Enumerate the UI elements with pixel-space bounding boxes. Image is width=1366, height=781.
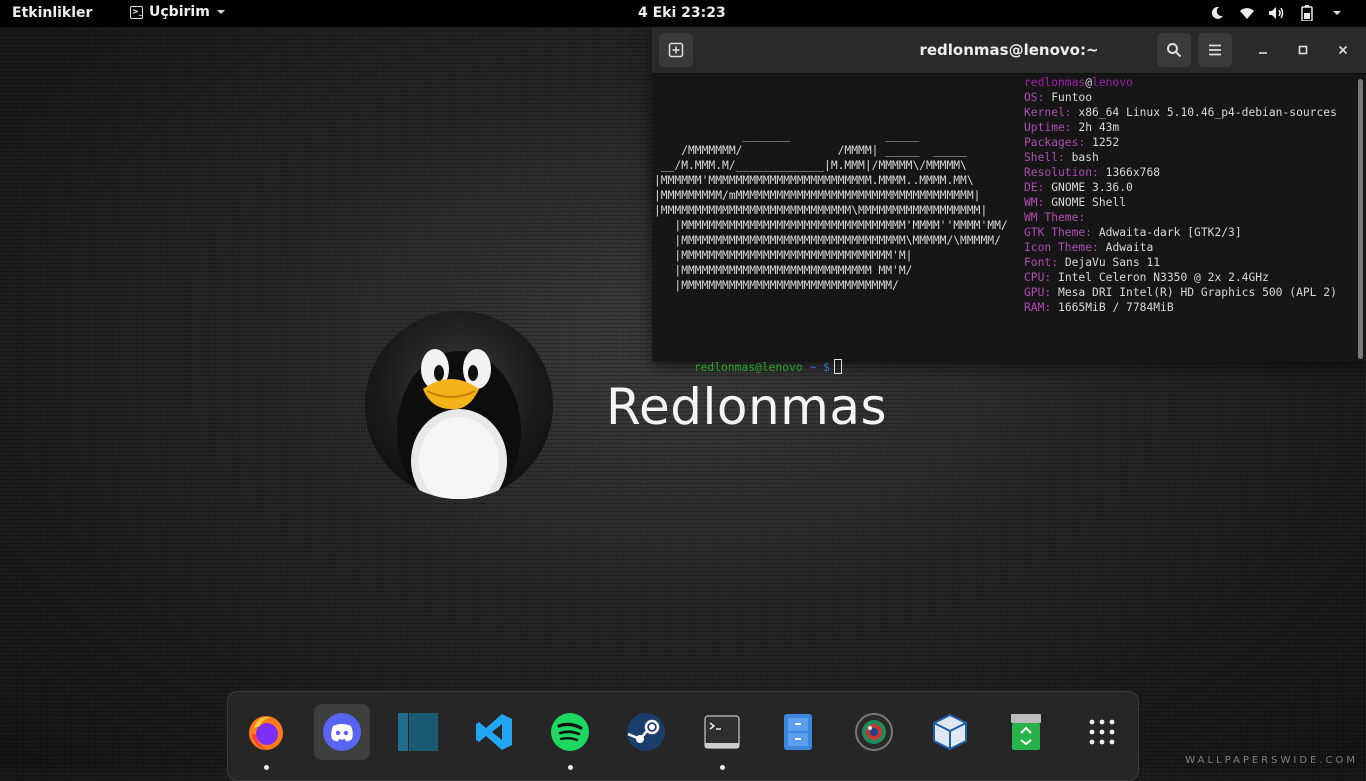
hamburger-menu-icon (1209, 44, 1221, 56)
night-mode-icon (1208, 4, 1226, 22)
search-button[interactable] (1157, 33, 1191, 67)
firefox-icon (249, 716, 283, 750)
dock-trash[interactable] (998, 704, 1054, 760)
text-cursor (833, 359, 842, 374)
trash-icon (1011, 714, 1041, 750)
minimize-button[interactable] (1246, 33, 1280, 67)
terminal-icon (704, 715, 740, 749)
battery-icon (1298, 4, 1316, 22)
terminal-window[interactable]: redlonmas@lenovo:~ _______ _____ /MMMMMM… (652, 27, 1366, 374)
info-line: GPU: Mesa DRI Intel(R) HD Graphics 500 (… (1024, 286, 1337, 299)
maximize-icon (1298, 45, 1308, 55)
file-cabinet-icon (784, 714, 812, 750)
info-line: Resolution: 1366x768 (1024, 166, 1161, 179)
spotify-icon (551, 713, 589, 751)
chevron-down-icon (216, 10, 225, 14)
dock-book-reader[interactable] (390, 704, 446, 760)
close-icon (1338, 45, 1348, 55)
maximize-button[interactable] (1286, 33, 1320, 67)
terminal-scrollbar[interactable] (1358, 79, 1363, 359)
info-line: Uptime: 2h 43m (1024, 121, 1120, 134)
dock-files[interactable] (770, 704, 826, 760)
dock-show-applications[interactable] (1074, 704, 1130, 760)
vscode-icon (476, 714, 512, 750)
terminal-mini-icon: >_ (130, 5, 143, 19)
volume-icon (1268, 4, 1286, 22)
book-reader-icon (398, 713, 438, 751)
discord-icon (323, 713, 361, 751)
menu-button[interactable] (1198, 33, 1232, 67)
camera-lens-icon (855, 713, 893, 751)
info-line: GTK Theme: Adwaita-dark [GTK2/3] (1024, 226, 1242, 239)
new-tab-icon (668, 42, 684, 58)
info-line: Font: DejaVu Sans 11 (1024, 256, 1161, 269)
terminal-content[interactable]: _______ _____ /MMMMMMM/ /MMMM| _____ ___… (652, 74, 1356, 374)
neofetch-ascii-logo: _______ _____ /MMMMMMM/ /MMMM| _____ ___… (654, 129, 1008, 292)
app-grid-icon (1089, 719, 1115, 745)
minimize-icon (1259, 52, 1267, 54)
chevron-down-icon (1328, 4, 1346, 22)
dock-firefox[interactable] (238, 704, 294, 770)
wallpaper-watermark: WALLPAPERSWIDE.COM (1185, 755, 1358, 766)
app-menu[interactable]: >_ Uçbirim (130, 4, 226, 20)
dock-steam[interactable] (618, 704, 674, 760)
info-line: CPU: Intel Celeron N3350 @ 2x 2.4GHz (1024, 271, 1269, 284)
info-line: DE: GNOME 3.36.0 (1024, 181, 1133, 194)
new-tab-button[interactable] (659, 33, 693, 67)
dock-vscode[interactable] (466, 704, 522, 760)
tux-logo (365, 311, 553, 499)
info-line: OS: Funtoo (1024, 91, 1093, 104)
top-bar: Etkinlikler >_ Uçbirim 4 Eki 23:23 (0, 0, 1366, 27)
dock-camera[interactable] (846, 704, 902, 760)
dock-virtualbox[interactable] (922, 704, 978, 760)
neofetch-user-host: redlonmas@lenovo (1024, 76, 1133, 89)
info-line: RAM: 1665MiB / 7784MiB (1024, 301, 1174, 314)
info-line: WM: GNOME Shell (1024, 196, 1127, 209)
dock-discord[interactable] (314, 704, 370, 760)
steam-icon (627, 713, 665, 751)
virtualbox-icon (933, 713, 967, 751)
info-line: Shell: bash (1024, 151, 1099, 164)
wifi-icon (1238, 4, 1256, 22)
system-tray[interactable] (1208, 4, 1346, 22)
app-menu-label: Uçbirim (149, 4, 210, 20)
info-line: Packages: 1252 (1024, 136, 1120, 149)
info-line: WM Theme: (1024, 211, 1086, 224)
activities-button[interactable]: Etkinlikler (12, 5, 92, 21)
prompt-symbol: $ (823, 361, 830, 374)
info-line: Kernel: x86_64 Linux 5.10.46_p4-debian-s… (1024, 106, 1337, 119)
prompt-user: redlonmas@lenovo (693, 361, 803, 374)
terminal-header-bar[interactable]: redlonmas@lenovo:~ (652, 27, 1366, 74)
clock[interactable]: 4 Eki 23:23 (638, 5, 726, 21)
neofetch-info: redlonmas@lenovo OS: Funtoo Kernel: x86_… (1024, 75, 1337, 315)
dock-spotify[interactable] (542, 704, 598, 770)
search-icon (1167, 43, 1182, 58)
info-line: Icon Theme: Adwaita (1024, 241, 1154, 254)
dock-terminal[interactable] (694, 704, 750, 770)
shell-prompt[interactable]: redlonmas@lenovo ~ $ (653, 344, 842, 390)
prompt-path: ~ (809, 361, 817, 374)
close-button[interactable] (1326, 33, 1360, 67)
